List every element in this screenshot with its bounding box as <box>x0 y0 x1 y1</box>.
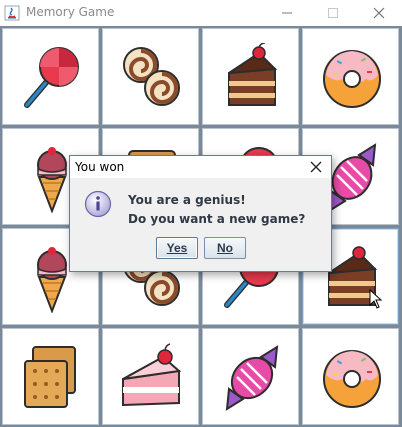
java-app-icon <box>4 5 20 21</box>
yes-button-label: Yes <box>166 241 188 255</box>
no-button[interactable]: No <box>204 237 246 259</box>
window-titlebar[interactable]: Memory Game <box>0 0 402 26</box>
card-lollipop[interactable] <box>2 28 99 125</box>
card-strawberry-cake-slice[interactable] <box>102 328 199 425</box>
card-swirl-candies[interactable] <box>102 28 199 125</box>
donut-icon <box>323 50 381 108</box>
info-icon <box>84 190 112 218</box>
window-title: Memory Game <box>26 5 115 19</box>
close-button[interactable] <box>356 0 402 26</box>
lollipop-icon <box>24 47 79 108</box>
swirl-candies-icon <box>123 47 180 106</box>
close-icon <box>373 7 385 19</box>
dialog-message-line1: You are a genius! <box>128 193 246 207</box>
wrapped-candy-icon <box>225 345 279 411</box>
close-icon <box>310 161 322 173</box>
you-won-dialog: You won You are a genius! Do you want a … <box>69 155 332 272</box>
maximize-icon <box>328 8 338 18</box>
memory-game-window: Memory Game You won You are a genius! Do… <box>0 0 402 427</box>
dialog-message-line2: Do you want a new game? <box>128 212 306 226</box>
biscuit-icon <box>24 346 76 408</box>
card-cake-slice[interactable] <box>202 28 299 125</box>
card-biscuit[interactable] <box>2 328 99 425</box>
mouse-pointer-icon <box>369 289 383 309</box>
dialog-title: You won <box>75 160 125 174</box>
yes-button[interactable]: Yes <box>156 237 198 259</box>
minimize-icon <box>282 12 292 14</box>
minimize-button[interactable] <box>264 0 310 26</box>
card-donut[interactable] <box>302 28 399 125</box>
card-wrapped-candy-2[interactable] <box>202 328 299 425</box>
dialog-titlebar[interactable]: You won <box>70 156 331 178</box>
strawberry-cake-slice-icon <box>122 343 182 407</box>
maximize-button[interactable] <box>310 0 356 26</box>
donut-icon <box>323 350 381 408</box>
cake-slice-icon <box>228 43 278 106</box>
card-donut-2[interactable] <box>302 328 399 425</box>
no-button-label: No <box>217 241 233 255</box>
dialog-close-button[interactable] <box>301 156 331 178</box>
